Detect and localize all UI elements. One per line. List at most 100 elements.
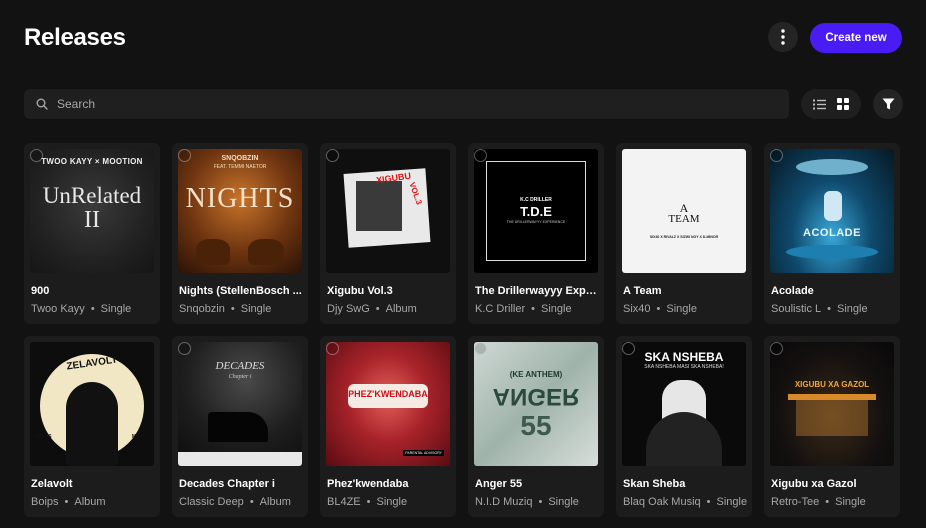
platform-shape [786,245,878,259]
cover-text: ACOLADE [803,227,861,239]
release-meta: Soulistic L • Single [771,303,868,315]
more-options-button[interactable] [768,22,798,52]
release-artist: N.I.D Muziq [475,496,533,508]
cover-text: MUSIC [131,434,148,440]
robot-shape [824,191,842,221]
release-type: Single [100,303,132,315]
release-title: Xigubu Vol.3 [327,285,393,297]
select-checkbox[interactable] [326,342,339,355]
release-cover: XIGUBU XA GAZOL [770,342,894,466]
filter-icon [882,98,894,110]
select-checkbox[interactable] [326,149,339,162]
release-artist: BL4ZE [327,496,361,508]
release-type: Single [716,496,748,508]
station-shape [796,400,868,436]
search-input[interactable] [57,97,707,111]
release-cover: XIGUBU VOL.3 [326,149,450,273]
select-checkbox[interactable] [178,342,191,355]
cover-text: PHEZ'KWENDABA [348,389,428,399]
release-title: Zelavolt [31,478,73,490]
select-checkbox[interactable] [474,342,487,355]
cover-text: 55 [520,410,552,441]
cover-text: PARENTAL ADVISORY [403,450,444,456]
release-type: Album [385,303,417,315]
more-vertical-icon [781,29,785,45]
release-meta: Boips • Album [31,496,106,508]
release-cover: PHEZ'KWENDABA PARENTAL ADVISORY [326,342,450,466]
release-card[interactable]: SNQOBZIN FEAT. TEMMI NAETOR NIGHTS Night… [172,143,308,324]
release-card[interactable]: K.C DRILLER T.D.E THE DRILLERWAYYY EXPER… [468,143,604,324]
release-cover: SKA NSHEBA SKA NSHEBA MASI SKA NSHEBA! [622,342,746,466]
release-card[interactable]: XIGUBU XA GAZOL Xigubu xa Gazol Retro-Te… [764,336,900,517]
release-type: Single [837,303,868,315]
release-cover: TWOO KAYY × MOOTION UnRelated II [30,149,154,273]
select-checkbox[interactable] [474,149,487,162]
release-title: Xigubu xa Gazol [771,478,857,490]
select-checkbox[interactable] [178,149,191,162]
cover-text: II [84,207,100,233]
releases-grid: TWOO KAYY × MOOTION UnRelated II 900 Two… [24,143,900,517]
release-artist: Blaq Oak Musiq [623,496,701,508]
release-meta: Retro-Tee • Single [771,496,866,508]
release-meta: Djy SwG • Album [327,303,417,315]
release-title: Decades Chapter i [179,478,275,490]
release-card[interactable]: (KE ANTHEM) ANGER 55 Anger 55 N.I.D Muzi… [468,336,604,517]
cover-text: TWOO KAYY × MOOTION [41,157,143,166]
release-artist: Twoo Kayy [31,303,85,315]
release-card[interactable]: TWOO KAYY × MOOTION UnRelated II 900 Two… [24,143,160,324]
search-bar[interactable] [24,89,789,119]
release-card[interactable]: PHEZ'KWENDABA PARENTAL ADVISORY Phez'kwe… [320,336,456,517]
drum-shape [248,239,284,265]
create-new-button[interactable]: Create new [810,23,902,53]
select-checkbox[interactable] [770,149,783,162]
cover-text: UnRelated [42,183,142,208]
release-cover: ACOLADE [770,149,894,273]
filter-button[interactable] [873,89,903,119]
release-card[interactable]: SKA NSHEBA SKA NSHEBA MASI SKA NSHEBA! S… [616,336,752,517]
ufo-shape [796,159,868,175]
cover-text: SIX40 X RIVALZ X SIZWI NOY X D-MINOR [649,235,719,239]
hood-shape [646,412,722,466]
release-cover: (KE ANTHEM) ANGER 55 [474,342,598,466]
release-meta: Twoo Kayy • Single [31,303,132,315]
release-meta: N.I.D Muziq • Single [475,496,579,508]
cover-text: DECADES [215,360,265,372]
view-toggle [801,89,861,119]
release-title: Phez'kwendaba [327,478,409,490]
release-artist: Six40 [623,303,651,315]
cover-text: THE DRILLERWAYYY EXPERIENCE [506,220,566,224]
release-cover: ZELAVOLT BOIPS MUSIC [30,342,154,466]
release-meta: Classic Deep • Album [179,496,291,508]
cover-text: SKA NSHEBA MASI SKA NSHEBA! [644,364,724,370]
release-artist: Retro-Tee [771,496,820,508]
select-checkbox[interactable] [770,342,783,355]
release-card[interactable]: XIGUBU VOL.3 Xigubu Vol.3 Djy SwG • Album [320,143,456,324]
release-card[interactable]: ACOLADE Acolade Soulistic L • Single [764,143,900,324]
select-checkbox[interactable] [622,342,635,355]
release-artist: Soulistic L [771,303,822,315]
release-type: Single [240,303,272,315]
release-type: Single [540,303,572,315]
release-meta: Snqobzin • Single [179,303,272,315]
collage-shape [356,181,402,231]
release-cover: DECADES Chapter i [178,342,302,466]
list-view-button[interactable] [808,93,830,115]
release-card[interactable]: A TEAM SIX40 X RIVALZ X SIZWI NOY X D-MI… [616,143,752,324]
cover-text: FEAT. TEMMI NAETOR [213,164,267,170]
release-meta: BL4ZE • Single [327,496,408,508]
release-meta: K.C Driller • Single [475,303,572,315]
select-checkbox[interactable] [30,149,43,162]
grid-view-button[interactable] [832,93,854,115]
list-view-icon [812,99,826,109]
release-card[interactable]: ZELAVOLT BOIPS MUSIC Zelavolt Boips • Albu… [24,336,160,517]
release-artist: K.C Driller [475,303,526,315]
release-artist: Snqobzin [179,303,225,315]
cover-text: TEAM [668,213,700,225]
release-type: Album [74,496,106,508]
release-title: 900 [31,285,50,297]
release-title: Skan Sheba [623,478,686,490]
release-card[interactable]: DECADES Chapter i Decades Chapter i Clas… [172,336,308,517]
cover-text: (KE ANTHEM) [509,370,563,379]
cover-text: XIGUBU XA GAZOL [794,380,870,389]
release-title: Acolade [771,285,814,297]
